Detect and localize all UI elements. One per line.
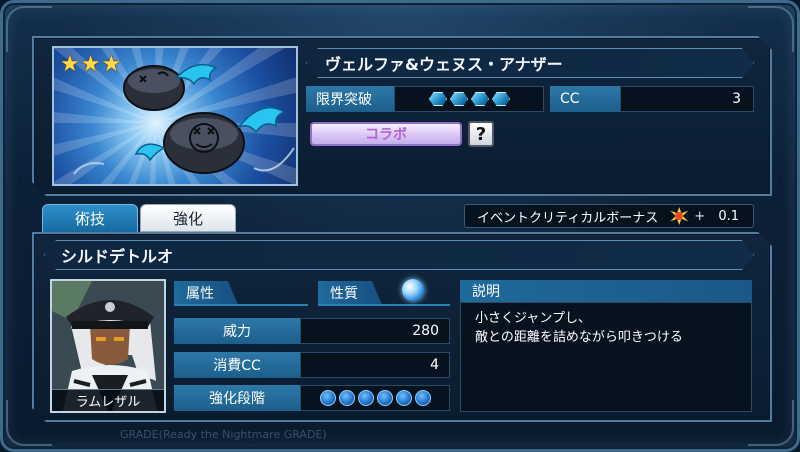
enhance-pip-icon	[338, 390, 355, 406]
copyright-watermark: GRADE(Ready the Nightmare GRADE)	[120, 428, 327, 441]
nature-orb-icon	[402, 279, 424, 301]
power-row: 威力 280	[174, 318, 450, 344]
limit-break-diamond-icon	[471, 92, 489, 106]
limit-break-gauge	[394, 86, 544, 112]
enhance-pip-icon	[376, 390, 393, 406]
tab-skill[interactable]: 術技	[42, 204, 138, 232]
rarity-stars: ★ ★ ★	[60, 52, 121, 77]
collab-button[interactable]: コラボ	[310, 122, 462, 146]
cost-value: 4	[300, 352, 450, 378]
tab-enhance[interactable]: 強化	[140, 204, 236, 232]
description-line: 敵との距離を詰めながら叩きつける	[475, 330, 683, 345]
limit-break-diamond-icon	[492, 92, 510, 106]
skill-name: シルドデトルオ	[61, 247, 174, 266]
cc-row: CC 3	[550, 86, 754, 112]
enhance-pip-icon	[395, 390, 412, 406]
help-button[interactable]: ?	[468, 121, 494, 147]
star-icon: ★	[101, 52, 122, 77]
limit-break-diamond-icon	[450, 92, 468, 106]
cc-label: CC	[550, 86, 620, 112]
star-icon: ★	[80, 52, 101, 77]
limit-break-diamond-icon	[429, 92, 447, 106]
attribute-underline	[174, 304, 308, 306]
nature-header: 性質	[318, 281, 382, 305]
cc-value: 3	[620, 86, 754, 112]
description-line: 小さくジャンプし、	[475, 311, 591, 326]
nature-underline	[318, 304, 450, 306]
event-critical-bonus: イベントクリティカルボーナス + 0.1	[464, 204, 754, 228]
enhance-level-row: 強化段階	[174, 385, 450, 411]
description-header: 説明	[460, 280, 752, 302]
enhance-pip-icon	[319, 390, 336, 406]
power-label: 威力	[174, 318, 300, 344]
cost-label: 消費CC	[174, 352, 300, 378]
power-value: 280	[300, 318, 450, 344]
cost-row: 消費CC 4	[174, 352, 450, 378]
enhance-level-pips	[300, 385, 450, 411]
star-icon: ★	[60, 52, 80, 77]
critical-burst-icon	[670, 207, 689, 225]
skill-name-banner: シルドデトルオ	[44, 240, 754, 270]
limit-break-row: 限界突破	[306, 86, 544, 112]
character-portrait[interactable]: ラムレザル	[50, 279, 166, 413]
enhance-level-label: 強化段階	[174, 385, 300, 411]
enhance-pip-icon	[357, 390, 374, 406]
character-name-banner: ヴェルファ&ウェヌス・アナザー	[306, 48, 754, 78]
limit-break-label: 限界突破	[306, 86, 394, 112]
event-bonus-value: 0.1	[718, 208, 739, 224]
attribute-header: 属性	[174, 281, 238, 305]
portrait-name: ラムレザル	[52, 389, 164, 411]
event-bonus-plus: +	[694, 208, 706, 224]
event-bonus-label: イベントクリティカルボーナス	[477, 210, 659, 226]
enhance-pip-icon	[414, 390, 431, 406]
character-name: ヴェルファ&ウェヌス・アナザー	[325, 55, 563, 74]
description-body: 小さくジャンプし、 敵との距離を詰めながら叩きつける	[460, 302, 752, 412]
card-image: ★ ★ ★	[52, 46, 298, 186]
